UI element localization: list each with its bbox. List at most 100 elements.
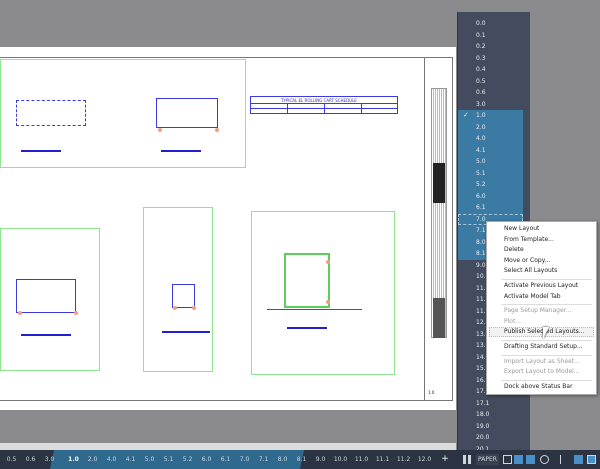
layout-list-item[interactable]: 0.2 <box>458 41 531 53</box>
layout-list-item[interactable]: 6.0 <box>458 190 523 202</box>
viewport-section[interactable] <box>251 211 395 375</box>
menu-item-from-template[interactable]: From Template... <box>504 236 554 243</box>
sheet-number: 1.0 <box>428 390 435 395</box>
menu-separator <box>501 340 592 341</box>
cart-section <box>284 253 330 308</box>
layout-tab[interactable]: 5.1 <box>159 450 178 469</box>
lineweight-icon[interactable] <box>574 455 583 464</box>
layout-tab[interactable]: 9.0 <box>311 450 330 469</box>
layout-list-item-label: 2.0 <box>476 123 486 131</box>
layout-tab[interactable]: 8.0 <box>273 450 292 469</box>
object-snap-icon[interactable] <box>560 455 565 464</box>
layout-list-item[interactable]: 0.1 <box>458 30 531 42</box>
layout-list-item[interactable]: 3.0 <box>458 99 531 111</box>
layout-tab[interactable]: 5.2 <box>178 450 197 469</box>
layout-list-item[interactable]: 17.1 <box>458 398 531 410</box>
viewport-elevation-2[interactable] <box>143 207 213 372</box>
layout-tab[interactable]: 2.0 <box>83 450 102 469</box>
menu-item-dock-above-status-bar[interactable]: Dock above Status Bar <box>504 383 573 390</box>
layout-list-item[interactable]: 5.0 <box>458 156 523 168</box>
layout-list-item[interactable]: 4.1 <box>458 144 523 156</box>
cart-plan <box>16 100 86 126</box>
layout-tab[interactable]: 3.0 <box>40 450 59 469</box>
layout-list-item[interactable]: 5.2 <box>458 179 523 191</box>
menu-item-drafting-standard-setup[interactable]: Drafting Standard Setup... <box>504 343 583 350</box>
layout-tab[interactable]: 7.0 <box>235 450 254 469</box>
menu-item-delete[interactable]: Delete <box>504 246 524 253</box>
layout-list-item[interactable]: ✓ 1.0 <box>458 110 523 122</box>
layout-list-item-label: 7.0 <box>476 215 486 223</box>
cart-elevation <box>16 279 76 313</box>
layout-list-item[interactable]: 2.0 <box>458 121 523 133</box>
layout-tab[interactable]: 0.5 <box>2 450 21 469</box>
layout-tab[interactable]: 10.0 <box>330 450 351 469</box>
layout-list-item-label: 0.1 <box>476 31 486 39</box>
snap-icon[interactable] <box>503 455 512 464</box>
layout-tab[interactable]: 7.1 <box>254 450 273 469</box>
layout-list-item[interactable]: 0.4 <box>458 64 531 76</box>
layout-tab[interactable]: 6.1 <box>216 450 235 469</box>
layout-tab[interactable]: 11.2 <box>393 450 414 469</box>
layout-list-item-label: 7.1 <box>476 227 486 234</box>
layout-tab[interactable]: 1.0 <box>64 450 83 469</box>
layout-list-item[interactable]: 19.0 <box>458 421 531 433</box>
viewport-elevation-1[interactable] <box>0 228 100 371</box>
drawing-border: TYPICAL EL ROLLING CART SCHEDULE 1.0 <box>0 57 453 401</box>
layout-list-item-label: 9.0 <box>476 261 486 269</box>
menu-item-plot: Plot... <box>504 317 522 325</box>
menu-separator <box>501 304 592 306</box>
layout-list-item-label: 6.0 <box>476 192 486 200</box>
layout-list-item-label: 4.1 <box>476 146 486 154</box>
menu-item-import-layout-as-sheet: Import Layout as Sheet... <box>504 357 580 365</box>
menu-separator <box>501 379 592 381</box>
layout-list-item-label: 0.3 <box>476 54 486 62</box>
layout-list-item[interactable]: 20.0 <box>458 432 531 444</box>
grid-icon[interactable] <box>463 455 472 464</box>
paper-space-toggle[interactable]: PAPER <box>476 454 499 465</box>
horizontal-scrollbar[interactable] <box>0 443 456 450</box>
mouse-cursor-icon <box>543 327 549 339</box>
layout-tab[interactable]: 11.0 <box>351 450 372 469</box>
layout-list-item-label: 0.4 <box>476 66 486 73</box>
layout-list-item[interactable]: 4.0 <box>458 133 523 145</box>
cart-side <box>172 284 195 308</box>
layout-list-item-label: 20.0 <box>476 434 490 441</box>
layout-list-item-label: 1.0 <box>476 112 486 119</box>
layout-list-item[interactable]: 5.1 <box>458 167 523 179</box>
layout-list-item[interactable]: 0.5 <box>458 76 531 88</box>
ortho-icon[interactable] <box>514 455 523 464</box>
layout-list-item-label: 3.0 <box>476 100 486 108</box>
menu-item-move-or-copy[interactable]: Move or Copy... <box>504 257 550 264</box>
layout-tab[interactable]: 6.0 <box>197 450 216 469</box>
add-layout-button[interactable]: + <box>439 450 451 469</box>
layout-tab[interactable]: 11.1 <box>372 450 393 469</box>
layout-tab[interactable]: 0.6 <box>21 450 40 469</box>
layout-list-item[interactable]: 6.1 <box>458 202 523 214</box>
layout-list-item[interactable]: 18.0 <box>458 409 531 421</box>
layout-tab[interactable]: 5.0 <box>140 450 159 469</box>
layout-list-item-label: 4.0 <box>476 135 486 142</box>
menu-separator <box>501 279 592 280</box>
layout-list-item-label: 5.1 <box>476 169 486 177</box>
layout-tab[interactable]: 4.1 <box>121 450 140 469</box>
selection-icon[interactable] <box>587 455 596 464</box>
layout-list-item-label: 0.0 <box>476 20 486 27</box>
layout-list-item[interactable]: 0.0 <box>458 18 531 30</box>
menu-item-select-all-layouts[interactable]: Select All Layouts <box>504 267 557 274</box>
layout-list-item-label: 19.0 <box>476 422 490 430</box>
menu-item-new-layout[interactable]: New Layout <box>504 225 539 232</box>
cart-elevation <box>156 98 218 128</box>
layout-list-item[interactable]: 0.3 <box>458 53 531 65</box>
menu-item-activate-previous-layout[interactable]: Activate Previous Layout <box>504 282 578 289</box>
layout-tab[interactable]: 4.0 <box>102 450 121 469</box>
viewport-plan[interactable] <box>0 59 246 168</box>
layout-list-item-label: 17.1 <box>476 399 490 407</box>
menu-item-activate-model-tab[interactable]: Activate Model Tab <box>504 293 561 300</box>
context-menu[interactable]: New Layout From Template... Delete Move or … <box>486 221 597 395</box>
menu-item-page-setup-manager: Page Setup Manager... <box>504 307 572 315</box>
polar-icon[interactable] <box>526 455 535 464</box>
layout-tab[interactable]: 12.0 <box>414 450 435 469</box>
layout-tab[interactable]: 8.1 <box>292 450 311 469</box>
layout-list-item[interactable]: 0.6 <box>458 87 531 99</box>
isodraft-icon[interactable] <box>540 455 549 464</box>
